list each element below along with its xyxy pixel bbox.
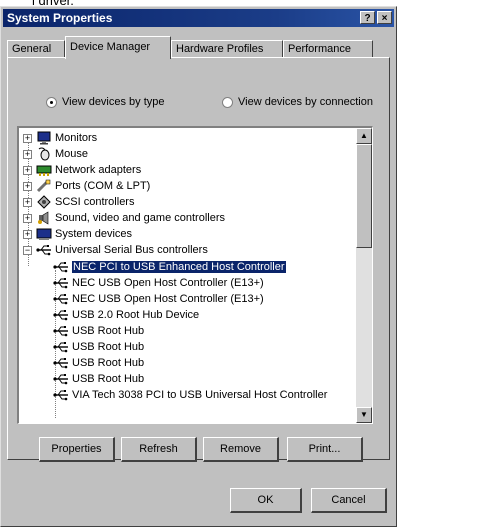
print-button[interactable]: Print... xyxy=(287,437,363,462)
usb-icon xyxy=(53,342,68,353)
system-icon xyxy=(36,228,52,240)
tree-item-label: Universal Serial Bus controllers xyxy=(55,244,208,256)
help-button[interactable]: ? xyxy=(360,11,375,24)
usb-icon xyxy=(53,294,68,305)
tree-item-label: USB Root Hub xyxy=(72,325,145,337)
expand-button[interactable]: + xyxy=(23,149,32,159)
view-by-connection-label: View devices by connection xyxy=(238,96,373,108)
tree-item-network-adapters[interactable]: + Network adapters xyxy=(23,162,141,178)
scroll-down-button[interactable]: ▼ xyxy=(356,407,372,423)
usb-child-item[interactable]: USB Root Hub xyxy=(53,339,144,355)
expand-button[interactable]: + xyxy=(23,229,32,239)
tree-item-monitors[interactable]: + Monitors xyxy=(23,130,97,146)
mouse-icon xyxy=(38,147,50,161)
tree-item-ports[interactable]: + Ports (COM & LPT) xyxy=(23,178,150,194)
tree-item-usb-controllers[interactable]: − Universal Serial Bus controllers xyxy=(23,242,208,258)
refresh-button[interactable]: Refresh xyxy=(121,437,197,462)
tree-item-label: Sound, video and game controllers xyxy=(55,212,225,224)
tree-item-label: SCSI controllers xyxy=(55,196,135,208)
radio-indicator xyxy=(222,96,233,108)
expand-button[interactable]: + xyxy=(23,181,32,191)
tab-hardware-profiles[interactable]: Hardware Profiles xyxy=(171,40,283,58)
system-properties-window: System Properties ? × General Device Man… xyxy=(0,6,397,527)
tree-item-label: VIA Tech 3038 PCI to USB Universal Host … xyxy=(72,389,328,401)
tree-item-label: Ports (COM & LPT) xyxy=(55,180,151,192)
monitor-icon xyxy=(37,131,51,145)
expand-button[interactable]: + xyxy=(23,213,32,223)
scroll-up-button[interactable]: ▲ xyxy=(356,128,372,144)
scroll-thumb[interactable] xyxy=(356,144,372,248)
device-manager-panel: View devices by type View devices by con… xyxy=(7,57,390,462)
tree-item-label: USB Root Hub xyxy=(72,341,145,353)
usb-child-item[interactable]: NEC USB Open Host Controller (E13+) xyxy=(53,275,264,291)
expand-button[interactable]: + xyxy=(23,197,32,207)
usb-child-item[interactable]: USB Root Hub xyxy=(53,371,144,387)
tab-device-manager[interactable]: Device Manager xyxy=(65,36,171,59)
title-bar: System Properties ? × xyxy=(3,9,394,27)
tree-item-label: NEC USB Open Host Controller (E13+) xyxy=(72,293,264,305)
expand-button[interactable]: + xyxy=(23,165,32,175)
view-by-type-radio[interactable]: View devices by type xyxy=(46,96,165,108)
vertical-scrollbar[interactable]: ▲ ▼ xyxy=(356,128,372,423)
tree-item-label: Mouse xyxy=(55,148,89,160)
tab-performance[interactable]: Performance xyxy=(283,40,373,58)
usb-icon xyxy=(36,245,51,256)
view-by-type-label: View devices by type xyxy=(62,96,165,108)
expand-button[interactable]: + xyxy=(23,133,32,143)
tree-item-system-devices[interactable]: + System devices xyxy=(23,226,132,242)
view-by-connection-radio[interactable]: View devices by connection xyxy=(222,96,373,108)
usb-icon xyxy=(53,358,68,369)
selected-item-label: NEC PCI to USB Enhanced Host Controller xyxy=(71,260,287,274)
radio-selected-indicator xyxy=(46,96,57,108)
tree-item-label: USB Root Hub xyxy=(72,357,145,369)
usb-child-item[interactable]: USB Root Hub xyxy=(53,355,144,371)
tree-item-label: System devices xyxy=(55,228,133,240)
device-tree[interactable]: + Monitors + Mouse + Network adapters + … xyxy=(17,126,373,424)
usb-icon xyxy=(53,278,68,289)
usb-child-item[interactable]: USB Root Hub xyxy=(53,323,144,339)
usb-icon xyxy=(53,390,68,401)
properties-button[interactable]: Properties xyxy=(39,437,115,462)
ok-button[interactable]: OK xyxy=(230,488,302,513)
port-icon xyxy=(36,179,51,193)
tree-item-label: USB Root Hub xyxy=(72,373,145,385)
network-icon xyxy=(36,165,52,176)
usb-icon xyxy=(53,374,68,385)
cancel-button[interactable]: Cancel xyxy=(311,488,387,513)
tree-item-label: Network adapters xyxy=(55,164,142,176)
usb-child-item[interactable]: VIA Tech 3038 PCI to USB Universal Host … xyxy=(53,387,327,403)
sound-icon xyxy=(38,211,49,225)
window-title: System Properties xyxy=(7,11,113,25)
usb-icon xyxy=(53,262,68,273)
tree-item-label: USB 2.0 Root Hub Device xyxy=(72,309,200,321)
usb-icon xyxy=(53,310,68,321)
collapse-button[interactable]: − xyxy=(23,245,32,255)
tree-item-scsi-controllers[interactable]: + SCSI controllers xyxy=(23,194,134,210)
usb-icon xyxy=(53,326,68,337)
tree-item-label: Monitors xyxy=(55,132,98,144)
tree-item-label: NEC USB Open Host Controller (E13+) xyxy=(72,277,264,289)
usb-child-item[interactable]: USB 2.0 Root Hub Device xyxy=(53,307,199,323)
scsi-icon xyxy=(37,195,51,209)
usb-child-item[interactable]: NEC USB Open Host Controller (E13+) xyxy=(53,291,264,307)
usb-child-item[interactable]: NEC PCI to USB Enhanced Host Controller xyxy=(53,259,287,275)
remove-button[interactable]: Remove xyxy=(203,437,279,462)
tab-general[interactable]: General xyxy=(7,40,65,58)
close-button[interactable]: × xyxy=(377,11,392,24)
tree-item-mouse[interactable]: + Mouse xyxy=(23,146,88,162)
tree-item-sound-video-game[interactable]: + Sound, video and game controllers xyxy=(23,210,225,226)
